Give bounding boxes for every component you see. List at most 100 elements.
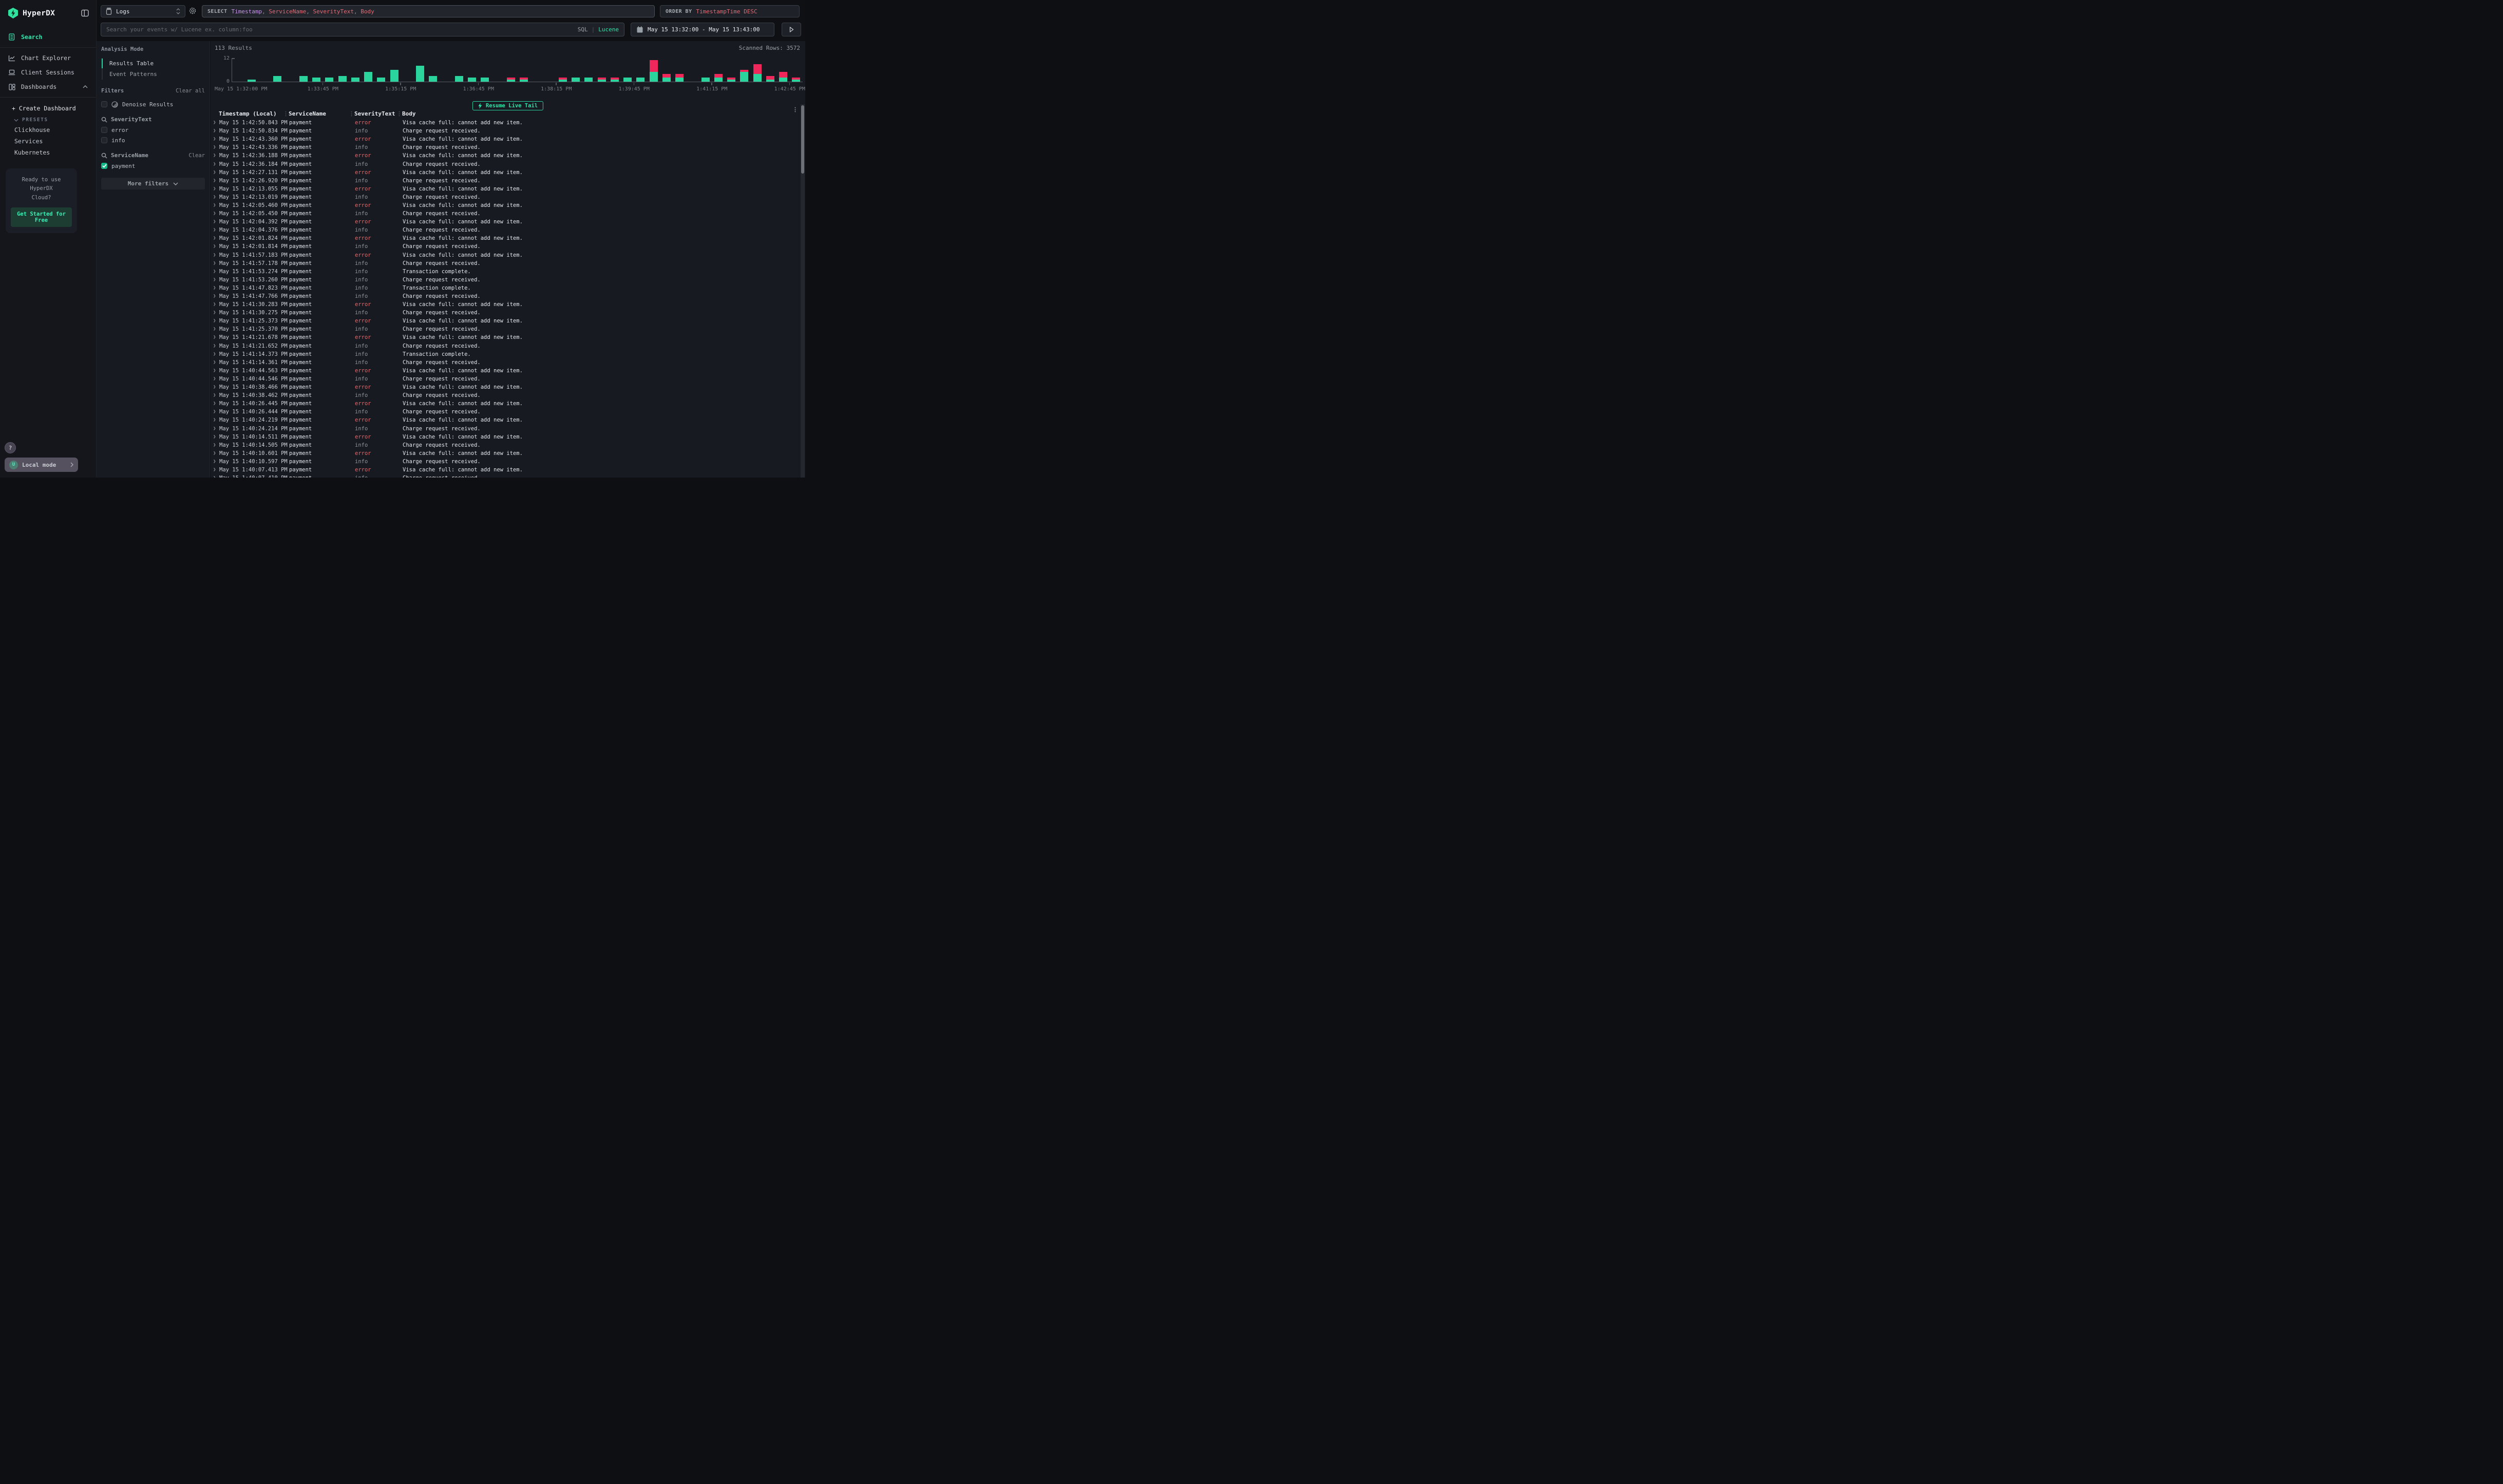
log-row[interactable]: ❯May 15 1:42:05.450 PMpaymentinfoCharge … (211, 210, 805, 218)
log-row[interactable]: ❯May 15 1:41:53.274 PMpaymentinfoTransac… (211, 268, 805, 276)
table-options-icon[interactable]: ⋮ (792, 106, 798, 113)
log-row[interactable]: ❯May 15 1:42:50.834 PMpaymentinfoCharge … (211, 127, 805, 135)
log-row[interactable]: ❯May 15 1:42:43.336 PMpaymentinfoCharge … (211, 143, 805, 151)
row-expand-chevron-icon[interactable]: ❯ (211, 376, 219, 382)
log-row[interactable]: ❯May 15 1:40:14.505 PMpaymentinfoCharge … (211, 441, 805, 449)
row-expand-chevron-icon[interactable]: ❯ (211, 145, 219, 150)
log-row[interactable]: ❯May 15 1:42:04.376 PMpaymentinfoCharge … (211, 226, 805, 234)
filter-option-info[interactable]: info (101, 135, 205, 145)
log-row[interactable]: ❯May 15 1:40:07.413 PMpaymenterrorVisa c… (211, 466, 805, 474)
row-expand-chevron-icon[interactable]: ❯ (211, 195, 219, 200)
row-expand-chevron-icon[interactable]: ❯ (211, 153, 219, 158)
log-row[interactable]: ❯May 15 1:41:47.823 PMpaymentinfoTransac… (211, 284, 805, 292)
row-expand-chevron-icon[interactable]: ❯ (211, 162, 219, 167)
row-expand-chevron-icon[interactable]: ❯ (211, 277, 219, 282)
log-row[interactable]: ❯May 15 1:42:01.824 PMpaymenterrorVisa c… (211, 234, 805, 242)
language-lucene[interactable]: Lucene (598, 26, 619, 33)
log-row[interactable]: ❯May 15 1:41:25.373 PMpaymenterrorVisa c… (211, 317, 805, 325)
log-row[interactable]: ❯May 15 1:42:26.920 PMpaymentinfoCharge … (211, 177, 805, 185)
row-expand-chevron-icon[interactable]: ❯ (211, 170, 219, 175)
presets-toggle[interactable]: PRESETS (0, 113, 96, 124)
user-menu[interactable]: U Local mode (5, 458, 78, 472)
log-row[interactable]: ❯May 15 1:41:30.275 PMpaymentinfoCharge … (211, 309, 805, 317)
log-row[interactable]: ❯May 15 1:42:05.460 PMpaymenterrorVisa c… (211, 201, 805, 210)
row-expand-chevron-icon[interactable]: ❯ (211, 219, 219, 224)
preset-item-services[interactable]: Services (0, 136, 96, 147)
row-expand-chevron-icon[interactable]: ❯ (211, 128, 219, 134)
log-row[interactable]: ❯May 15 1:40:26.445 PMpaymenterrorVisa c… (211, 399, 805, 408)
denoise-checkbox[interactable] (101, 101, 107, 107)
log-row[interactable]: ❯May 15 1:41:25.370 PMpaymentinfoCharge … (211, 325, 805, 333)
row-expand-chevron-icon[interactable]: ❯ (211, 443, 219, 448)
row-expand-chevron-icon[interactable]: ❯ (211, 286, 219, 291)
row-expand-chevron-icon[interactable]: ❯ (211, 368, 219, 373)
more-filters-button[interactable]: More filters (101, 178, 205, 189)
log-row[interactable]: ❯May 15 1:40:38.462 PMpaymentinfoCharge … (211, 391, 805, 399)
sidebar-item-client-sessions[interactable]: Client Sessions (0, 65, 96, 80)
source-select[interactable]: Logs (101, 5, 185, 17)
create-dashboard-button[interactable]: + Create Dashboard (0, 101, 96, 113)
checkbox-payment[interactable] (101, 163, 107, 169)
row-expand-chevron-icon[interactable]: ❯ (211, 426, 219, 431)
log-row[interactable]: ❯May 15 1:41:57.183 PMpaymenterrorVisa c… (211, 251, 805, 259)
search-input[interactable] (101, 23, 624, 36)
row-expand-chevron-icon[interactable]: ❯ (211, 360, 219, 365)
log-row[interactable]: ❯May 15 1:42:36.184 PMpaymentinfoCharge … (211, 160, 805, 168)
log-row[interactable]: ❯May 15 1:40:24.219 PMpaymenterrorVisa c… (211, 416, 805, 424)
row-expand-chevron-icon[interactable]: ❯ (211, 211, 219, 216)
log-row[interactable]: ❯May 15 1:40:44.546 PMpaymentinfoCharge … (211, 375, 805, 383)
log-row[interactable]: ❯May 15 1:41:53.260 PMpaymentinfoCharge … (211, 276, 805, 284)
row-expand-chevron-icon[interactable]: ❯ (211, 409, 219, 414)
log-row[interactable]: ❯May 15 1:40:44.563 PMpaymenterrorVisa c… (211, 367, 805, 375)
row-expand-chevron-icon[interactable]: ❯ (211, 253, 219, 258)
log-row[interactable]: ❯May 15 1:40:10.597 PMpaymentinfoCharge … (211, 458, 805, 466)
filter-option-error[interactable]: error (101, 125, 205, 135)
row-expand-chevron-icon[interactable]: ❯ (211, 294, 219, 299)
row-expand-chevron-icon[interactable]: ❯ (211, 327, 219, 332)
filter-option-payment[interactable]: payment (101, 161, 205, 171)
log-row[interactable]: ❯May 15 1:42:01.814 PMpaymentinfoCharge … (211, 242, 805, 251)
log-row[interactable]: ❯May 15 1:41:21.678 PMpaymenterrorVisa c… (211, 333, 805, 341)
row-expand-chevron-icon[interactable]: ❯ (211, 417, 219, 423)
row-expand-chevron-icon[interactable]: ❯ (211, 178, 219, 183)
log-row[interactable]: ❯May 15 1:42:04.392 PMpaymenterrorVisa c… (211, 218, 805, 226)
log-row[interactable]: ❯May 15 1:40:38.466 PMpaymenterrorVisa c… (211, 383, 805, 391)
log-row[interactable]: ❯May 15 1:41:14.361 PMpaymentinfoCharge … (211, 358, 805, 367)
row-expand-chevron-icon[interactable]: ❯ (211, 269, 219, 274)
log-row[interactable]: ❯May 15 1:42:36.188 PMpaymenterrorVisa c… (211, 151, 805, 160)
table-scrollbar[interactable] (801, 104, 805, 478)
sidebar-item-dashboards[interactable]: Dashboards (0, 80, 96, 94)
row-expand-chevron-icon[interactable]: ❯ (211, 137, 219, 142)
log-row[interactable]: ❯May 15 1:41:30.283 PMpaymenterrorVisa c… (211, 300, 805, 309)
row-expand-chevron-icon[interactable]: ❯ (211, 385, 219, 390)
column-header-body[interactable]: Body (402, 110, 416, 117)
row-expand-chevron-icon[interactable]: ❯ (211, 475, 219, 478)
language-sql[interactable]: SQL (578, 26, 588, 33)
log-row[interactable]: ❯May 15 1:40:10.601 PMpaymenterrorVisa c… (211, 449, 805, 458)
row-expand-chevron-icon[interactable]: ❯ (211, 335, 219, 340)
scrollbar-thumb[interactable] (801, 105, 804, 174)
checkbox-info[interactable] (101, 137, 107, 143)
row-expand-chevron-icon[interactable]: ❯ (211, 244, 219, 249)
column-header-severitytext[interactable]: SeverityText (354, 110, 395, 117)
log-row[interactable]: ❯May 15 1:42:27.131 PMpaymenterrorVisa c… (211, 168, 805, 177)
mode-tab-results-table[interactable]: Results Table (103, 58, 205, 69)
get-started-button[interactable]: Get Started for Free (11, 207, 72, 227)
time-range-picker[interactable]: May 15 13:32:00 - May 15 13:43:00 (631, 23, 774, 36)
row-expand-chevron-icon[interactable]: ❯ (211, 227, 219, 233)
help-button[interactable]: ? (5, 442, 16, 453)
log-row[interactable]: ❯May 15 1:42:13.019 PMpaymentinfoCharge … (211, 193, 805, 201)
log-row[interactable]: ❯May 15 1:40:26.444 PMpaymentinfoCharge … (211, 408, 805, 416)
preset-item-kubernetes[interactable]: Kubernetes (0, 147, 96, 158)
clear-all-link[interactable]: Clear all (176, 88, 205, 94)
log-row[interactable]: ❯May 15 1:42:43.360 PMpaymenterrorVisa c… (211, 135, 805, 143)
row-expand-chevron-icon[interactable]: ❯ (211, 393, 219, 398)
row-expand-chevron-icon[interactable]: ❯ (211, 401, 219, 406)
row-expand-chevron-icon[interactable]: ❯ (211, 352, 219, 357)
order-by-input[interactable]: ORDER BY TimestampTime DESC (660, 5, 800, 17)
row-expand-chevron-icon[interactable]: ❯ (211, 344, 219, 349)
sidebar-collapse-icon[interactable] (81, 9, 89, 17)
source-settings-button[interactable] (188, 7, 197, 15)
log-row[interactable]: ❯May 15 1:40:14.511 PMpaymenterrorVisa c… (211, 433, 805, 441)
clear-group-link[interactable]: Clear (188, 153, 205, 159)
